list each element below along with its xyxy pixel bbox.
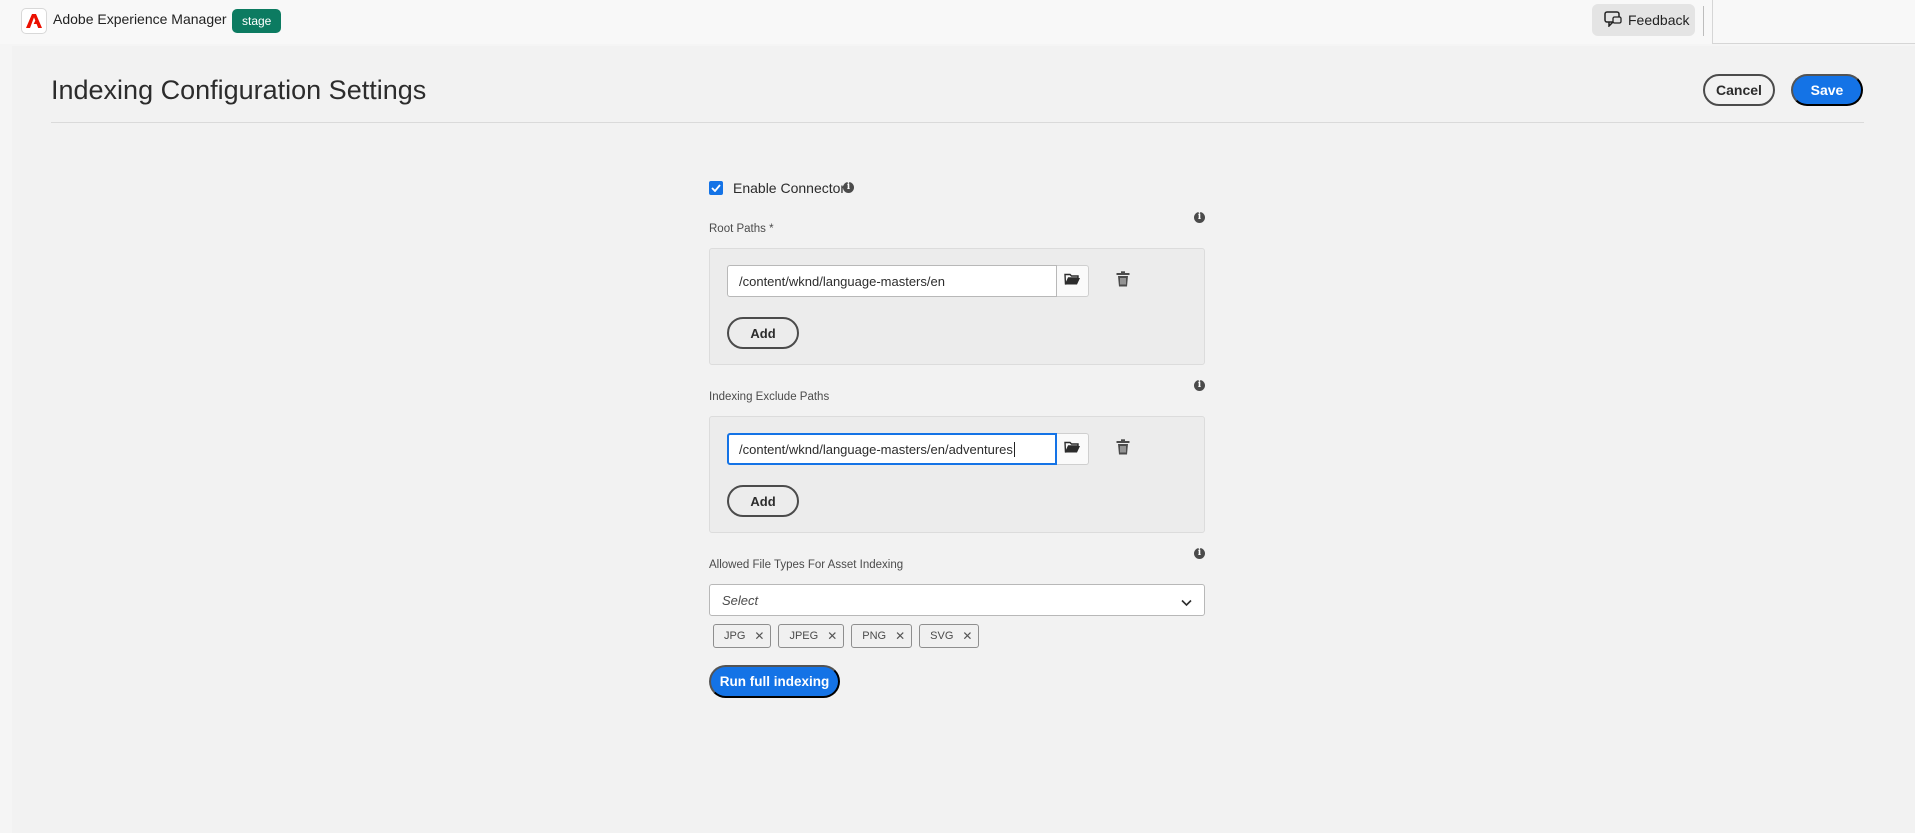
topbar-divider [1703, 6, 1704, 36]
app-title[interactable]: Adobe Experience Manager [53, 11, 227, 27]
top-bar: Adobe Experience Manager stage Feedback [0, 0, 1915, 44]
enable-connector-checkbox[interactable] [709, 181, 723, 195]
tag-label: JPEG [789, 630, 819, 642]
browse-button[interactable] [1057, 265, 1089, 297]
topbar-panel [1712, 0, 1915, 44]
folder-icon [1064, 440, 1081, 459]
environment-badge: stage [232, 9, 282, 33]
close-icon[interactable]: ✕ [895, 630, 905, 642]
folder-icon [1064, 272, 1081, 291]
enable-connector-label[interactable]: Enable Connector [733, 180, 845, 196]
file-types-select[interactable]: Select [709, 584, 1205, 616]
page-title: Indexing Configuration Settings [51, 75, 427, 105]
add-root-path-button[interactable]: Add [727, 317, 799, 349]
info-icon[interactable]: i [1194, 212, 1205, 223]
feedback-label: Feedback [1628, 12, 1690, 28]
file-types-label: Allowed File Types For Asset Indexing [709, 559, 904, 571]
file-type-tag: PNG ✕ [851, 624, 913, 648]
info-icon[interactable]: i [843, 182, 854, 193]
trash-icon [1116, 438, 1130, 460]
root-paths-multifield: /content/wknd/language-masters/en Add [709, 248, 1205, 365]
delete-button[interactable] [1110, 436, 1136, 462]
cancel-button[interactable]: Cancel [1703, 74, 1775, 106]
close-icon[interactable]: ✕ [754, 630, 764, 642]
info-icon[interactable]: i [1194, 548, 1205, 559]
file-type-tag: JPEG ✕ [778, 624, 845, 648]
browse-button[interactable] [1057, 433, 1089, 465]
file-type-tag: SVG ✕ [919, 624, 980, 648]
header-divider [51, 122, 1864, 123]
exclude-path-input[interactable]: /content/wknd/language-masters/en/advent… [727, 433, 1057, 465]
close-icon[interactable]: ✕ [962, 630, 972, 642]
trash-icon [1116, 270, 1130, 292]
run-full-indexing-button[interactable]: Run full indexing [709, 665, 840, 698]
add-exclude-path-button[interactable]: Add [727, 485, 799, 517]
root-path-input[interactable]: /content/wknd/language-masters/en [727, 265, 1057, 297]
exclude-path-value: /content/wknd/language-masters/en/advent… [739, 441, 1013, 457]
file-type-tags: JPG ✕ JPEG ✕ PNG ✕ SVG ✕ [713, 624, 980, 648]
save-button[interactable]: Save [1791, 74, 1863, 106]
close-icon[interactable]: ✕ [827, 630, 837, 642]
tag-label: JPG [724, 630, 746, 642]
adobe-logo-icon[interactable] [21, 8, 47, 34]
text-caret [1013, 441, 1015, 457]
file-type-tag: JPG ✕ [713, 624, 772, 648]
info-icon[interactable]: i [1194, 380, 1205, 391]
root-paths-label: Root Paths * [709, 223, 774, 235]
delete-button[interactable] [1110, 268, 1136, 294]
tag-label: SVG [930, 630, 954, 642]
select-placeholder: Select [722, 592, 759, 608]
exclude-paths-label: Indexing Exclude Paths [709, 391, 830, 403]
feedback-icon [1604, 10, 1622, 30]
feedback-button[interactable]: Feedback [1592, 4, 1695, 36]
chevron-down-icon [1181, 595, 1192, 610]
tag-label: PNG [862, 630, 887, 642]
exclude-paths-multifield: /content/wknd/language-masters/en/advent… [709, 416, 1205, 533]
